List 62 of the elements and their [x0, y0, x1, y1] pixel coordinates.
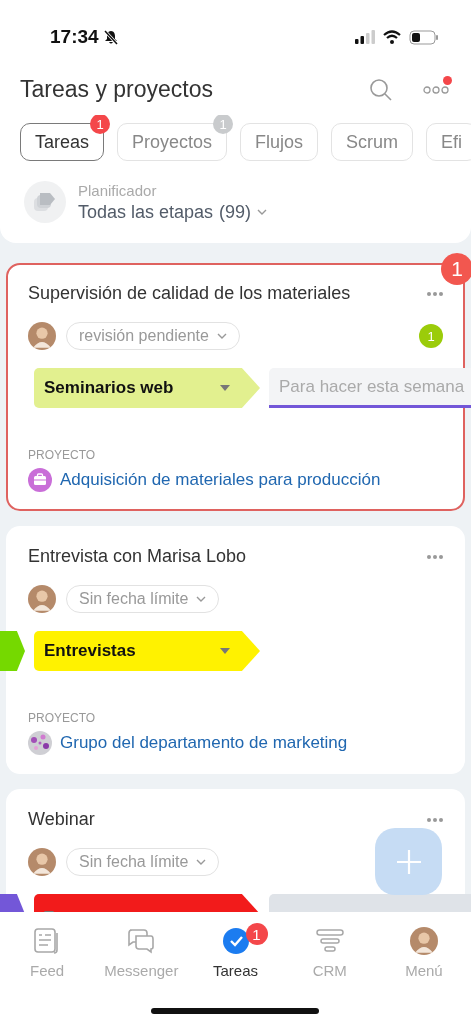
battery-icon: [409, 29, 439, 45]
chevron-down-icon: [257, 209, 268, 215]
stage-selector[interactable]: Entrevistas: [34, 631, 260, 671]
counter-badge: 1: [441, 253, 471, 285]
clock-time: 17:34: [50, 26, 99, 48]
chevron-down-icon: [196, 859, 207, 865]
avatar-icon: [28, 585, 56, 613]
chevron-down-icon: [196, 596, 207, 602]
stage-count: (99): [219, 201, 252, 223]
task-title: Supervisión de calidad de los materiales: [28, 283, 352, 304]
caret-icon: [220, 648, 230, 654]
checkmark-icon[interactable]: [222, 928, 249, 954]
more-icon[interactable]: [427, 554, 443, 559]
nav-label[interactable]: Messenger: [104, 962, 179, 979]
project-link[interactable]: Adquisición de materiales para producción: [60, 470, 381, 490]
tab[interactable]: Flujos: [240, 123, 319, 161]
planner-avatar[interactable]: [24, 181, 66, 223]
tab[interactable]: Efi: [426, 123, 471, 161]
plus-icon: [396, 849, 421, 874]
tab[interactable]: Scrum: [331, 123, 414, 161]
nav-item[interactable]: CRM: [282, 926, 377, 979]
nav-label[interactable]: Tareas: [213, 962, 258, 979]
project-link[interactable]: Grupo del departamento de marketing: [60, 733, 348, 753]
stage-selector[interactable]: Seminarios web: [34, 368, 260, 408]
tab-badge: 1: [90, 115, 111, 134]
stack-icon: [34, 193, 56, 211]
project-label: PROYECTO: [28, 448, 97, 462]
page-title: Tareas y proyectos: [20, 76, 215, 103]
avatar-icon: [28, 322, 56, 350]
avatar-icon: [28, 848, 56, 876]
planner-label: Planificador: [78, 181, 158, 199]
nav-item[interactable]: 1 Tareas: [188, 926, 283, 979]
next-stage[interactable]: Para hacer esta semana: [269, 368, 471, 408]
nav-label[interactable]: CRM: [312, 962, 347, 979]
funnel-icon[interactable]: [315, 929, 344, 953]
signal-icon: [355, 30, 375, 44]
more-icon[interactable]: [427, 291, 443, 296]
project-label: PROYECTO: [28, 711, 97, 725]
stage-value: Todas las etapas: [78, 201, 214, 223]
notification-badge: 1: [245, 923, 268, 945]
nav-item[interactable]: Feed: [0, 926, 95, 979]
bell-slash-icon: [102, 29, 119, 45]
more-icon[interactable]: [427, 817, 443, 822]
task-title: Entrevista con Marisa Lobo: [28, 546, 248, 567]
document-icon[interactable]: [34, 928, 61, 954]
caret-icon: [220, 385, 230, 391]
wifi-icon: [383, 30, 401, 44]
stage-selector[interactable]: Todas las etapas (99): [78, 201, 268, 223]
chat-bubbles-icon[interactable]: [127, 928, 156, 954]
avatar-icon: [409, 927, 438, 955]
search-icon[interactable]: [369, 77, 393, 102]
deadline-chip[interactable]: Sin fecha límite: [66, 848, 220, 876]
deadline-chip[interactable]: revisión pendiente: [66, 322, 240, 350]
more-icon[interactable]: [423, 85, 449, 94]
nav-label[interactable]: Feed: [30, 962, 65, 979]
chevron-down-icon: [216, 333, 227, 339]
task-title: Webinar: [28, 809, 96, 830]
nav-item[interactable]: Messenger: [94, 926, 189, 979]
nav-item[interactable]: Menú: [376, 926, 471, 979]
briefcase-icon: [28, 468, 52, 492]
nav-label[interactable]: Menú: [405, 962, 443, 979]
deadline-chip[interactable]: Sin fecha límite: [66, 585, 220, 613]
